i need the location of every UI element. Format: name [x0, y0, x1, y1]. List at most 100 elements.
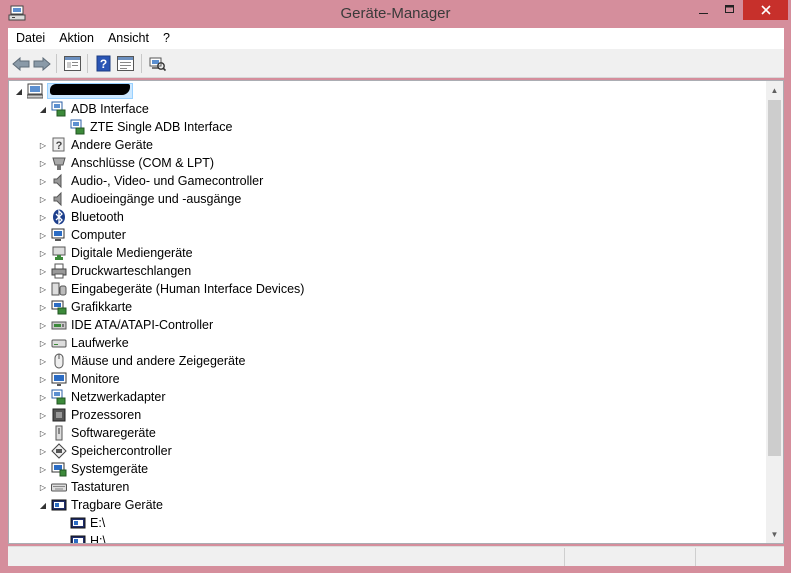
collapse-arrow-icon[interactable]: ◢	[38, 100, 48, 118]
properties-view-button[interactable]	[63, 54, 82, 73]
tree-node-label: ADB Interface	[71, 102, 149, 116]
status-cell-3	[696, 548, 784, 566]
expand-arrow-icon[interactable]: ▷	[38, 460, 48, 478]
expand-arrow-icon[interactable]: ▷	[38, 442, 48, 460]
forward-button[interactable]	[32, 54, 51, 73]
toolbar-separator	[56, 54, 57, 73]
help-button[interactable]: ?	[94, 54, 113, 73]
tree-node-label: Tastaturen	[71, 480, 130, 494]
port-icon	[51, 155, 67, 171]
tree-node[interactable]: ▷ Tastaturen	[38, 478, 129, 496]
tree-node[interactable]: ▷ Mäuse und andere Zeigegeräte	[38, 352, 245, 370]
tree-node[interactable]: ▷ Prozessoren	[38, 406, 141, 424]
collapse-arrow-icon[interactable]: ◢	[38, 496, 48, 514]
vertical-scrollbar[interactable]: ▲ ▼	[766, 81, 783, 543]
expand-arrow-icon[interactable]: ▷	[38, 172, 48, 190]
expand-arrow-icon[interactable]: ▷	[38, 280, 48, 298]
maximize-button[interactable]	[717, 0, 743, 20]
status-cell-main	[8, 548, 565, 566]
tree-node[interactable]: ZTE Single ADB Interface	[57, 118, 232, 136]
expand-arrow-icon[interactable]: ▷	[38, 190, 48, 208]
console-view-icon	[117, 56, 134, 71]
tree-node[interactable]: ▷ Audioeingänge und -ausgänge	[38, 190, 241, 208]
tree-node[interactable]: H:\	[57, 532, 106, 543]
tree-node[interactable]: ▷ Monitore	[38, 370, 120, 388]
tree-node-label: Bluetooth	[71, 210, 124, 224]
back-button[interactable]	[11, 54, 30, 73]
expand-arrow-icon[interactable]: ▷	[38, 406, 48, 424]
unknown-device-icon: ?	[51, 137, 67, 153]
scroll-down-arrow-icon[interactable]: ▼	[766, 526, 783, 543]
tree-node[interactable]: E:\	[57, 514, 105, 532]
expand-arrow-icon[interactable]: ▷	[38, 208, 48, 226]
expand-arrow-icon[interactable]: ▷	[38, 352, 48, 370]
tree-node[interactable]: ▷ Speichercontroller	[38, 442, 172, 460]
expand-arrow-icon[interactable]: ▷	[38, 244, 48, 262]
tree-node-label: Audio-, Video- und Gamecontroller	[71, 174, 264, 188]
expand-arrow-icon[interactable]: ▷	[38, 136, 48, 154]
expand-arrow-icon[interactable]: ▷	[38, 478, 48, 496]
tree-node[interactable]: ▷ Netzwerkadapter	[38, 388, 166, 406]
speaker-icon	[51, 173, 67, 189]
media-device-icon	[51, 245, 67, 261]
close-button[interactable]	[743, 0, 788, 20]
expand-arrow-icon[interactable]: ▷	[38, 388, 48, 406]
expand-arrow-icon[interactable]: ▷	[38, 262, 48, 280]
tree-node[interactable]: ▷ Anschlüsse (COM & LPT)	[38, 154, 214, 172]
tree-node[interactable]: ▷ Audio-, Video- und Gamecontroller	[38, 172, 263, 190]
computer-icon	[51, 227, 67, 243]
tree-node[interactable]: ▷ Laufwerke	[38, 334, 129, 352]
tree-node[interactable]: ▷ Softwaregeräte	[38, 424, 156, 442]
toolbar-separator	[87, 54, 88, 73]
tree-node[interactable]: ▷ IDE ATA/ATAPI-Controller	[38, 316, 213, 334]
adb-interface-icon	[51, 101, 67, 117]
software-device-icon	[51, 425, 67, 441]
menu-datei[interactable]: Datei	[8, 28, 52, 49]
tree-node[interactable]: ▷? Andere Geräte	[38, 136, 153, 154]
window-title: Geräte-Manager	[340, 5, 451, 22]
scan-hardware-icon	[149, 57, 166, 71]
tree-node[interactable]: ▷ Systemgeräte	[38, 460, 148, 478]
forward-arrow-icon	[33, 56, 51, 71]
tree-node[interactable]: ▷ Digitale Mediengeräte	[38, 244, 193, 262]
tree-node[interactable]: ▷ Bluetooth	[38, 208, 124, 226]
network-adapter-icon	[51, 389, 67, 405]
svg-text:?: ?	[56, 140, 63, 152]
expand-arrow-icon[interactable]: ▷	[38, 298, 48, 316]
tree-node[interactable]: ▷ Computer	[38, 226, 126, 244]
menu-ansicht[interactable]: Ansicht	[101, 28, 156, 49]
tree-node[interactable]: ▷ Druckwarteschlangen	[38, 262, 191, 280]
expand-arrow-icon[interactable]: ▷	[38, 334, 48, 352]
menu-aktion[interactable]: Aktion	[52, 28, 101, 49]
scrollbar-thumb[interactable]	[768, 100, 781, 456]
tree-node[interactable]: ◢ Tragbare Geräte	[38, 496, 163, 514]
tree-node[interactable]: ▷ Eingabegeräte (Human Interface Devices)	[38, 280, 305, 298]
printer-icon	[51, 263, 67, 279]
minimize-button[interactable]	[691, 0, 717, 20]
expand-arrow-icon[interactable]: ▷	[38, 370, 48, 388]
minimize-icon	[699, 13, 708, 14]
expand-arrow-icon[interactable]: ▷	[38, 226, 48, 244]
collapse-arrow-icon[interactable]: ◢	[14, 82, 24, 100]
portable-drive-icon	[70, 515, 86, 531]
tree-node-label: Systemgeräte	[71, 462, 149, 476]
scroll-up-arrow-icon[interactable]: ▲	[766, 82, 783, 99]
expand-arrow-icon[interactable]: ▷	[38, 424, 48, 442]
scan-hardware-button[interactable]	[148, 54, 167, 73]
tree-node[interactable]: ▷ Grafikkarte	[38, 298, 132, 316]
computer-icon	[27, 83, 43, 99]
console-view-button[interactable]	[116, 54, 135, 73]
toolbar: ?	[8, 49, 784, 78]
tree-node-label: H:\	[90, 534, 106, 543]
tree-node[interactable]: ◢ ADB Interface	[38, 100, 149, 118]
menu-help[interactable]: ?	[156, 28, 177, 49]
tree-node-label: Tragbare Geräte	[71, 498, 163, 512]
redacted-computer-name	[50, 84, 130, 95]
portable-device-icon	[51, 497, 67, 513]
tree-root-node[interactable]: ◢	[14, 82, 133, 100]
adb-device-icon	[70, 119, 86, 135]
expand-arrow-icon[interactable]: ▷	[38, 316, 48, 334]
tree-node-label: Computer	[71, 228, 126, 242]
expand-arrow-icon[interactable]: ▷	[38, 154, 48, 172]
